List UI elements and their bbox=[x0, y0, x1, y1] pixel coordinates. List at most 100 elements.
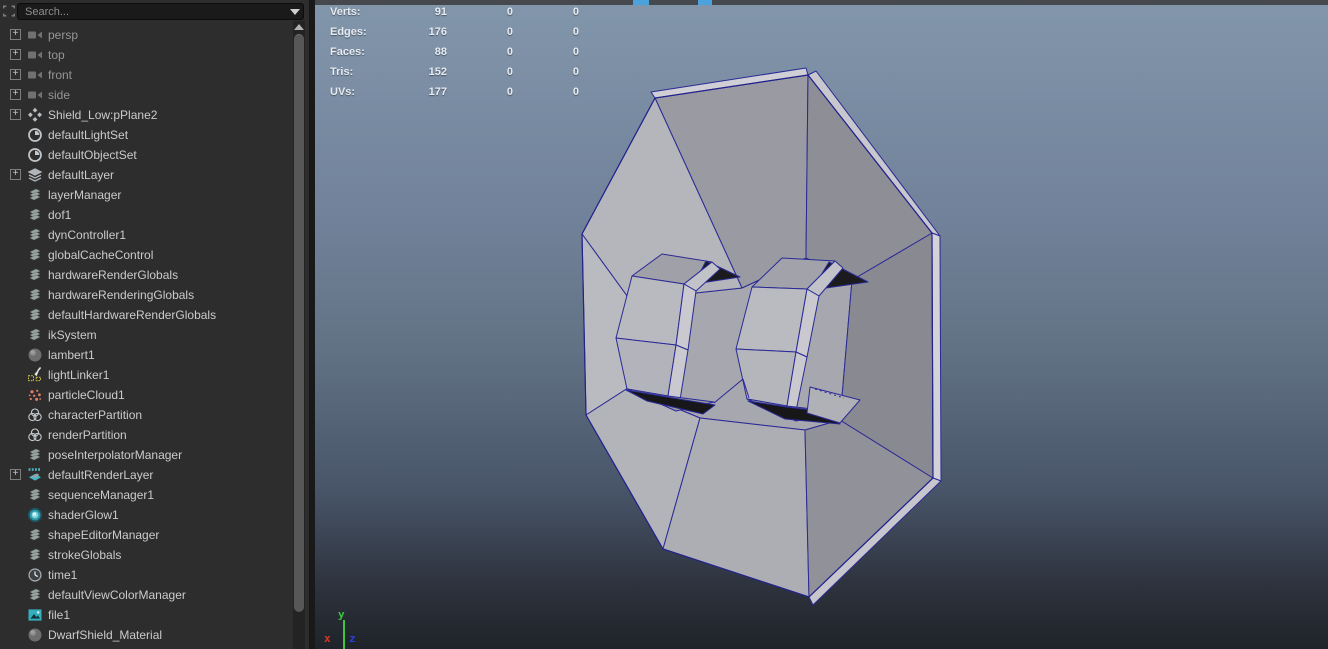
item-label: hardwareRenderingGlobals bbox=[48, 288, 195, 302]
outliner-item-side[interactable]: + side bbox=[0, 85, 292, 105]
item-label: poseInterpolatorManager bbox=[48, 448, 183, 462]
camera-icon bbox=[27, 47, 43, 63]
transform-icon bbox=[27, 107, 43, 123]
item-label: persp bbox=[48, 28, 79, 42]
axis-y-line bbox=[343, 620, 345, 649]
item-label: characterPartition bbox=[48, 408, 143, 422]
item-label: particleCloud1 bbox=[48, 388, 125, 402]
outliner-item-time1[interactable]: time1 bbox=[0, 565, 292, 585]
outliner-item-hardwarerenderingglobals[interactable]: hardwareRenderingGlobals bbox=[0, 285, 292, 305]
item-label: ikSystem bbox=[48, 328, 97, 342]
material-sphere-icon bbox=[27, 347, 43, 363]
outliner-item-strokeglobals[interactable]: strokeGlobals bbox=[0, 545, 292, 565]
expand-toggle-icon[interactable]: + bbox=[10, 89, 21, 100]
light-linker-icon bbox=[27, 367, 43, 383]
item-label: defaultHardwareRenderGlobals bbox=[48, 308, 217, 322]
camera-icon bbox=[27, 27, 43, 43]
outliner-item-sequencemanager1[interactable]: sequenceManager1 bbox=[0, 485, 292, 505]
outliner-item-top[interactable]: + top bbox=[0, 45, 292, 65]
item-label: defaultViewColorManager bbox=[48, 588, 186, 602]
expand-toggle-icon[interactable]: + bbox=[10, 469, 21, 480]
outliner-scrollbar[interactable] bbox=[293, 21, 305, 649]
outliner-item-iksystem[interactable]: ikSystem bbox=[0, 325, 292, 345]
material-sphere-icon bbox=[27, 627, 43, 643]
scrollbar-thumb[interactable] bbox=[294, 34, 304, 612]
item-label: side bbox=[48, 88, 71, 102]
manager-icon bbox=[27, 287, 43, 303]
outliner-item-file1[interactable]: file1 bbox=[0, 605, 292, 625]
manager-icon bbox=[27, 207, 43, 223]
viewport-panel[interactable]: Verts: 91 0 0 Edges: 176 0 0 Faces: 88 0 0 Tris: 152 0… bbox=[315, 0, 1328, 649]
item-label: top bbox=[48, 48, 65, 62]
item-label: defaultLightSet bbox=[48, 128, 129, 142]
outliner-item-characterpartition[interactable]: characterPartition bbox=[0, 405, 292, 425]
outliner-item-particlecloud1[interactable]: particleCloud1 bbox=[0, 385, 292, 405]
item-label: lightLinker1 bbox=[48, 368, 110, 382]
search-input[interactable] bbox=[17, 3, 304, 20]
expand-toggle-icon[interactable]: + bbox=[10, 69, 21, 80]
camera-icon bbox=[27, 67, 43, 83]
outliner-item-layermanager[interactable]: layerManager bbox=[0, 185, 292, 205]
axis-z-label: z bbox=[349, 632, 356, 645]
manager-icon bbox=[27, 587, 43, 603]
outliner-item-lambert1[interactable]: lambert1 bbox=[0, 345, 292, 365]
outliner-item-dof1[interactable]: dof1 bbox=[0, 205, 292, 225]
manager-icon bbox=[27, 447, 43, 463]
item-label: time1 bbox=[48, 568, 78, 582]
outliner-tree: + persp + top + front + side + Shield_Low:pPlane2… bbox=[0, 25, 292, 649]
set-icon bbox=[27, 147, 43, 163]
set-icon bbox=[27, 127, 43, 143]
item-label: hardwareRenderGlobals bbox=[48, 268, 179, 282]
manager-icon bbox=[27, 527, 43, 543]
maya-window: + persp + top + front + side + Shield_Low:pPlane2… bbox=[0, 0, 1328, 649]
outliner-item-defaultlayer[interactable]: + defaultLayer bbox=[0, 165, 292, 185]
camera-icon bbox=[27, 87, 43, 103]
expand-toggle-icon[interactable]: + bbox=[10, 29, 21, 40]
manager-icon bbox=[27, 227, 43, 243]
manager-icon bbox=[27, 187, 43, 203]
partition-icon bbox=[27, 407, 43, 423]
expand-toggle-icon[interactable]: + bbox=[10, 49, 21, 60]
item-label: shaderGlow1 bbox=[48, 508, 119, 522]
filter-icon[interactable] bbox=[2, 4, 16, 18]
item-label: DwarfShield_Material bbox=[48, 628, 163, 642]
outliner-panel: + persp + top + front + side + Shield_Low:pPlane2… bbox=[0, 0, 310, 649]
manager-icon bbox=[27, 547, 43, 563]
outliner-item-front[interactable]: + front bbox=[0, 65, 292, 85]
outliner-item-hardwarerenderglobals[interactable]: hardwareRenderGlobals bbox=[0, 265, 292, 285]
outliner-item-defaultrenderlayer[interactable]: + defaultRenderLayer bbox=[0, 465, 292, 485]
particle-cloud-icon bbox=[27, 387, 43, 403]
outliner-item-shaderglow1[interactable]: shaderGlow1 bbox=[0, 505, 292, 525]
outliner-item-lightlinker1[interactable]: lightLinker1 bbox=[0, 365, 292, 385]
outliner-item-poseinterpolatormanager[interactable]: poseInterpolatorManager bbox=[0, 445, 292, 465]
outliner-item-defaultviewcolormanager[interactable]: defaultViewColorManager bbox=[0, 585, 292, 605]
outliner-item-dwarfshield-material[interactable]: DwarfShield_Material bbox=[0, 625, 292, 645]
outliner-item-dyncontroller1[interactable]: dynController1 bbox=[0, 225, 292, 245]
outliner-item-shield-low-pplane2[interactable]: + Shield_Low:pPlane2 bbox=[0, 105, 292, 125]
axis-x-label: x bbox=[324, 632, 331, 645]
outliner-item-defaultobjectset[interactable]: defaultObjectSet bbox=[0, 145, 292, 165]
item-label: sequenceManager1 bbox=[48, 488, 155, 502]
manager-icon bbox=[27, 307, 43, 323]
outliner-item-renderpartition[interactable]: renderPartition bbox=[0, 425, 292, 445]
item-label: Shield_Low:pPlane2 bbox=[48, 108, 158, 122]
search-dropdown-icon[interactable] bbox=[290, 9, 300, 15]
expand-toggle-icon[interactable]: + bbox=[10, 109, 21, 120]
outliner-item-globalcachecontrol[interactable]: globalCacheControl bbox=[0, 245, 292, 265]
clock-icon bbox=[27, 567, 43, 583]
render-layer-icon bbox=[27, 467, 43, 483]
partition-icon bbox=[27, 427, 43, 443]
scroll-up-icon[interactable] bbox=[294, 24, 304, 30]
item-label: strokeGlobals bbox=[48, 548, 122, 562]
outliner-item-defaultlightset[interactable]: defaultLightSet bbox=[0, 125, 292, 145]
shield-model bbox=[581, 67, 942, 606]
item-label: dynController1 bbox=[48, 228, 127, 242]
outliner-item-defaulthardwarerenderglobals[interactable]: defaultHardwareRenderGlobals bbox=[0, 305, 292, 325]
axis-gizmo: y x z bbox=[315, 600, 395, 649]
outliner-item-persp[interactable]: + persp bbox=[0, 25, 292, 45]
manager-icon bbox=[27, 267, 43, 283]
expand-toggle-icon[interactable]: + bbox=[10, 169, 21, 180]
shader-glow-icon bbox=[27, 507, 43, 523]
manager-icon bbox=[27, 327, 43, 343]
outliner-item-shapeeditormanager[interactable]: shapeEditorManager bbox=[0, 525, 292, 545]
